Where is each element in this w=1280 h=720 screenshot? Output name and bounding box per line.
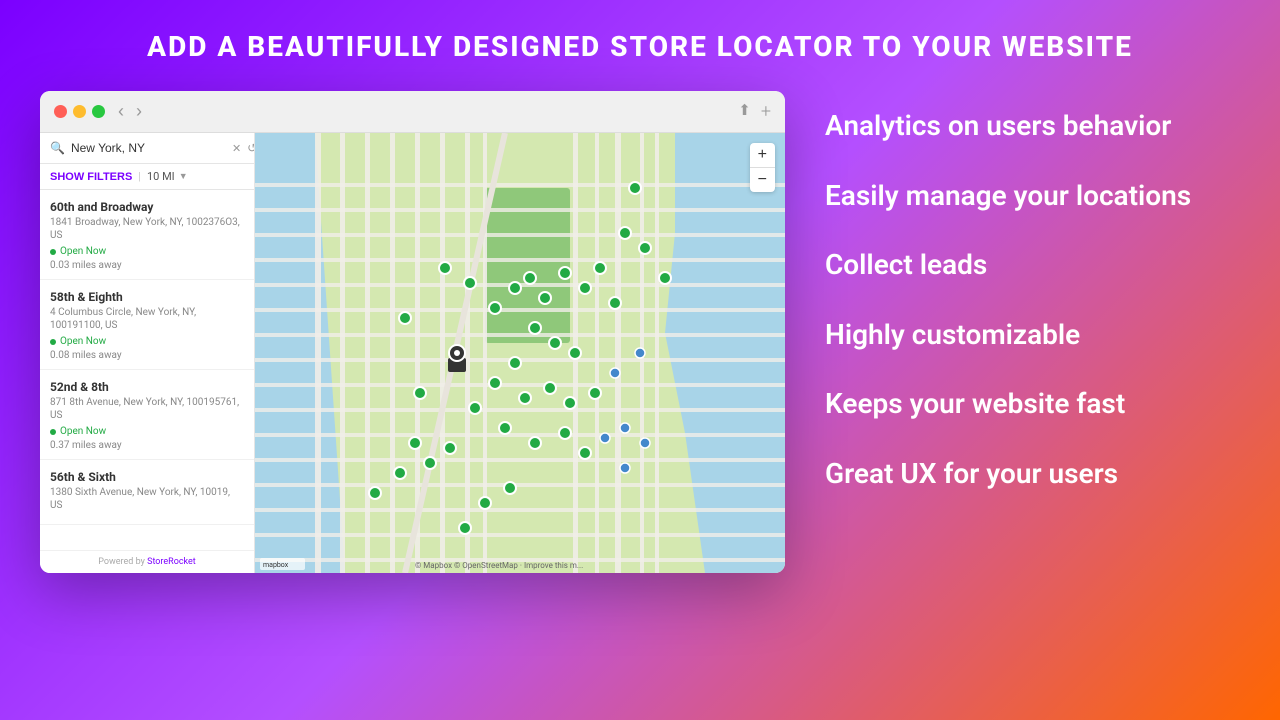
filter-separator: | [138,170,141,183]
store-list: 60th and Broadway 1841 Broadway, New Yor… [40,190,254,550]
status-dot [50,249,56,255]
store-address: 871 8th Avenue, New York, NY, 100195761,… [50,396,244,422]
store-item[interactable]: 52nd & 8th 871 8th Avenue, New York, NY,… [40,370,254,460]
store-distance: 0.37 miles away [50,440,244,451]
share-icon[interactable]: ⬆ [738,101,751,122]
filter-distance[interactable]: 10 MI ▼ [147,170,188,183]
store-distance: 0.08 miles away [50,350,244,361]
map-area: © Mapbox © OpenStreetMap · Improve this … [255,133,785,573]
zoom-out-button[interactable]: − [750,168,775,192]
features-list: Analytics on users behavior Easily manag… [825,91,1240,509]
dot-red[interactable] [54,105,67,118]
browser-dots [54,105,105,118]
dot-green[interactable] [92,105,105,118]
store-name: 60th and Broadway [50,200,244,214]
storerocket-link[interactable]: StoreRocket [147,557,196,567]
search-input[interactable] [71,141,226,155]
store-item[interactable]: 60th and Broadway 1841 Broadway, New Yor… [40,190,254,280]
feature-analytics: Analytics on users behavior [825,91,1240,161]
store-name: 52nd & 8th [50,380,244,394]
search-clear-icon[interactable]: ✕ [232,142,241,155]
search-bar: 🔍 ✕ ↺ [40,133,254,164]
store-item[interactable]: 58th & Eighth 4 Columbus Circle, New Yor… [40,280,254,370]
store-name: 56th & Sixth [50,470,244,484]
dot-yellow[interactable] [73,105,86,118]
powered-by: Powered by StoreRocket [40,550,254,573]
feature-customizable: Highly customizable [825,300,1240,370]
browser-window: ‹ › ⬆ + 🔍 ✕ ↺ SHOW FILTERS | [40,91,785,573]
store-status: Open Now [50,426,244,437]
zoom-in-button[interactable]: + [750,143,775,167]
feature-leads: Collect leads [825,230,1240,300]
page-title: ADD A BEAUTIFULLY DESIGNED STORE LOCATOR… [147,30,1133,63]
status-dot [50,429,56,435]
main-content: ‹ › ⬆ + 🔍 ✕ ↺ SHOW FILTERS | [40,91,1240,573]
store-address: 1841 Broadway, New York, NY, 1002376O3, … [50,216,244,242]
show-filters-button[interactable]: SHOW FILTERS [50,171,132,183]
svg-text:mapbox: mapbox [263,561,289,569]
feature-ux: Great UX for your users [825,439,1240,509]
svg-text:© Mapbox © OpenStreetMap · Imp: © Mapbox © OpenStreetMap · Improve this … [415,561,583,570]
browser-nav: ‹ › [115,101,145,122]
feature-manage: Easily manage your locations [825,161,1240,231]
store-address: 4 Columbus Circle, New York, NY, 1001911… [50,306,244,332]
map-zoom-controls: + − [750,143,775,192]
chevron-down-icon: ▼ [179,171,188,182]
back-button[interactable]: ‹ [115,101,127,122]
filter-bar: SHOW FILTERS | 10 MI ▼ [40,164,254,190]
search-refresh-icon[interactable]: ↺ [247,141,255,155]
store-sidebar: 🔍 ✕ ↺ SHOW FILTERS | 10 MI ▼ 60th and Br [40,133,255,573]
store-address: 1380 Sixth Avenue, New York, NY, 10019, … [50,486,244,512]
store-status: Open Now [50,336,244,347]
feature-fast: Keeps your website fast [825,369,1240,439]
map-svg: © Mapbox © OpenStreetMap · Improve this … [255,133,785,573]
browser-toolbar: ‹ › ⬆ + [40,91,785,133]
store-status: Open Now [50,246,244,257]
distance-label: 10 MI [147,170,175,183]
store-name: 58th & Eighth [50,290,244,304]
store-distance: 0.03 miles away [50,260,244,271]
store-item[interactable]: 56th & Sixth 1380 Sixth Avenue, New York… [40,460,254,525]
browser-actions: ⬆ + [738,101,771,122]
browser-body: 🔍 ✕ ↺ SHOW FILTERS | 10 MI ▼ 60th and Br [40,133,785,573]
forward-button[interactable]: › [133,101,145,122]
search-icon: 🔍 [50,141,65,155]
status-dot [50,339,56,345]
add-tab-icon[interactable]: + [761,101,771,122]
